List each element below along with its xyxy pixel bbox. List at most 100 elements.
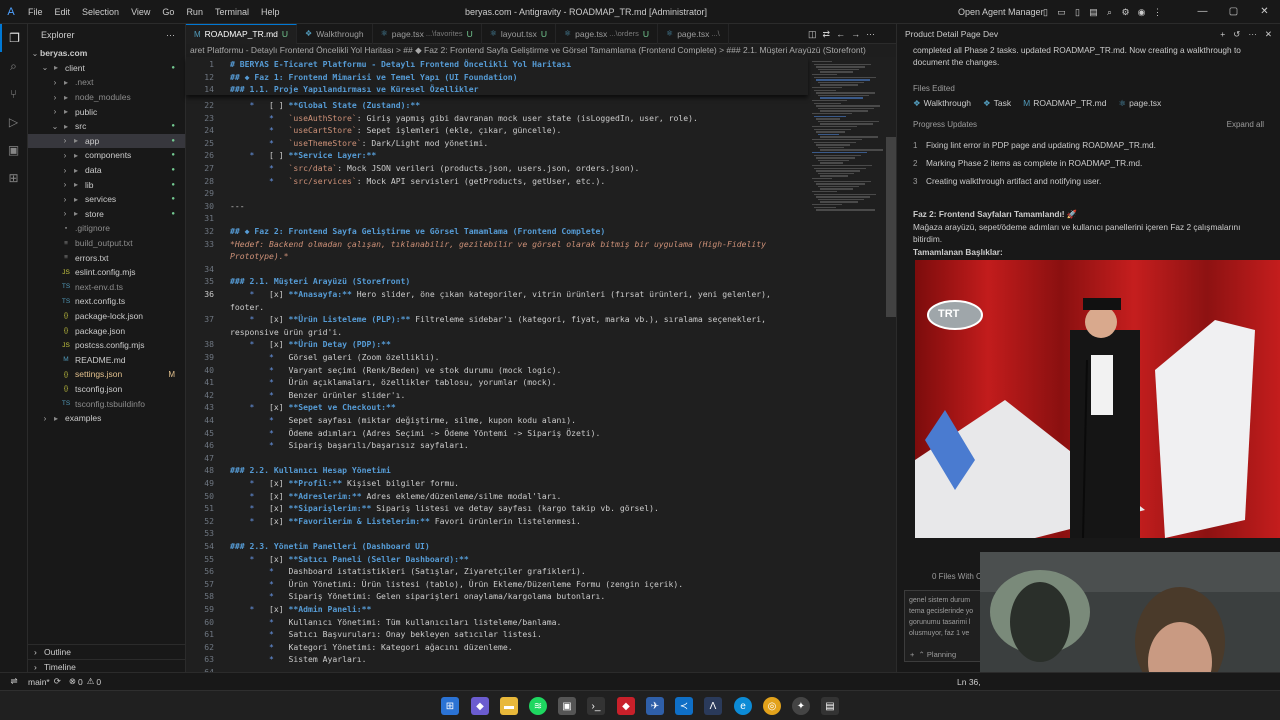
editor-tab[interactable]: ❖ Walkthrough bbox=[297, 23, 373, 44]
edited-file-chip[interactable]: ❖ Walkthrough bbox=[913, 98, 971, 109]
code-line[interactable]: 41 * Ürün açıklamaları, özellikler tablo… bbox=[186, 376, 808, 389]
files-with-changes[interactable]: 0 Files With C bbox=[932, 572, 982, 581]
source-control-icon[interactable]: ⑂ bbox=[0, 80, 27, 108]
more-actions-icon[interactable]: ··· bbox=[166, 30, 175, 40]
code-line[interactable]: 58 * Sipariş Yönetimi: Gelen siparişleri… bbox=[186, 590, 808, 603]
code-line[interactable]: 24 * `useCartStore`: Sepet işlemleri (ek… bbox=[186, 124, 808, 137]
open-agent-manager-button[interactable]: Open Agent Manager bbox=[958, 0, 1044, 24]
code-line[interactable]: 50 * [x] **Adreslerim:** Adres ekleme/dü… bbox=[186, 490, 808, 503]
code-line[interactable]: 34 bbox=[186, 263, 808, 276]
editor-tab[interactable]: ⚛ page.tsx ...\orders U bbox=[556, 23, 659, 44]
tree-item[interactable]: ▪ .gitignore bbox=[28, 221, 185, 236]
code-line[interactable]: 56 * Dashboard istatistikleri (Satışlar,… bbox=[186, 565, 808, 578]
code-line[interactable]: 36 * [x] **Anasayfa:** Hero slider, öne … bbox=[186, 288, 808, 301]
menu-item[interactable]: File bbox=[22, 0, 49, 24]
code-editor[interactable]: 22 * [ ] **Global State (Zustand):** 23 *… bbox=[186, 57, 808, 672]
app-icon-blue[interactable]: ✈ bbox=[646, 697, 664, 715]
edited-file-chip[interactable]: ❖ Task bbox=[983, 98, 1011, 109]
edited-file-chip[interactable]: ⚛ page.tsx bbox=[1118, 98, 1161, 109]
code-line[interactable]: 32 ## ◆ Faz 2: Frontend Sayfa Geliştirme … bbox=[186, 225, 808, 238]
code-line[interactable]: 35 ### 2.1. Müşteri Arayüzü (Storefront) bbox=[186, 275, 808, 288]
panel-bottom-icon[interactable]: ▭ bbox=[1056, 7, 1067, 18]
store-icon[interactable]: ▣ bbox=[558, 697, 576, 715]
tree-item[interactable]: TS next.config.ts bbox=[28, 294, 185, 309]
code-line[interactable]: 62 * Kategori Yönetimi: Kategori ağacını… bbox=[186, 641, 808, 654]
app-icon-gear[interactable]: ✦ bbox=[792, 697, 810, 715]
start-icon[interactable]: ⊞ bbox=[441, 697, 459, 715]
close-icon[interactable]: ✕ bbox=[1265, 29, 1272, 40]
code-line[interactable]: 63 * Sistem Ayarları. bbox=[186, 653, 808, 666]
menu-item[interactable]: View bbox=[125, 0, 156, 24]
arrow-right-icon[interactable]: → bbox=[851, 29, 860, 39]
scrollbar-thumb[interactable] bbox=[886, 137, 896, 317]
code-line[interactable]: 49 * [x] **Profil:** Kişisel bilgiler fo… bbox=[186, 477, 808, 490]
branch-label[interactable]: main* bbox=[28, 677, 50, 687]
layout-icon[interactable]: ▤ bbox=[1088, 7, 1099, 18]
sync-icon[interactable]: ⟳ bbox=[54, 676, 61, 687]
progress-step[interactable]: 1 Fixing lint error in PDP page and updat… bbox=[897, 136, 1280, 154]
tree-item[interactable]: › ▸ services ● bbox=[28, 192, 185, 207]
code-line[interactable]: 23 * `useAuthStore`: Giriş yapmış gibi d… bbox=[186, 112, 808, 125]
tree-item[interactable]: JS postcss.config.mjs bbox=[28, 338, 185, 353]
tree-item[interactable]: › ▸ node_modules bbox=[28, 90, 185, 105]
code-line[interactable]: Prototype).* bbox=[186, 250, 808, 263]
code-line[interactable]: 47 bbox=[186, 452, 808, 465]
menu-item[interactable]: Help bbox=[255, 0, 286, 24]
menu-item[interactable]: Edit bbox=[49, 0, 77, 24]
tree-item[interactable]: › ▸ store ● bbox=[28, 207, 185, 222]
code-line[interactable]: 60 * Kullanıcı Yönetimi: Tüm kullanıcıla… bbox=[186, 616, 808, 629]
add-icon[interactable]: + bbox=[1220, 29, 1225, 40]
code-line[interactable]: 61 * Satıcı Başvuruları: Onay bekleyen s… bbox=[186, 628, 808, 641]
warnings-icon[interactable]: ⚠ bbox=[87, 676, 95, 687]
progress-step[interactable]: 3 Creating walkthrough artifact and notif… bbox=[897, 172, 1280, 190]
code-line[interactable]: 57 * Ürün Yönetimi: Ürün listesi (tablo)… bbox=[186, 578, 808, 591]
code-line[interactable]: 28 * `src/services`: Mock API servisleri… bbox=[186, 175, 808, 188]
terminal-icon[interactable]: ›_ bbox=[587, 697, 605, 715]
code-line[interactable]: responsive ürün grid'i. bbox=[186, 326, 808, 339]
sticky-scroll-headers[interactable]: 1 # BERYAS E-Ticaret Platformu - Detaylı … bbox=[186, 57, 808, 95]
code-line[interactable]: 38 * [x] **Ürün Detay (PDP):** bbox=[186, 338, 808, 351]
tree-item[interactable]: ⌄ ▸ src ● bbox=[28, 119, 185, 134]
more-icon[interactable]: ··· bbox=[866, 29, 875, 39]
code-line[interactable]: 14 ### 1.1. Proje Yapılandırması ve Küres… bbox=[186, 83, 808, 96]
tree-item[interactable]: ⌄ ▸ client ● bbox=[28, 61, 185, 76]
code-line[interactable]: 45 * Ödeme adımları (Adres Seçimi -> Öde… bbox=[186, 427, 808, 440]
arrow-left-icon[interactable]: ← bbox=[836, 29, 845, 39]
panel-right-icon[interactable]: ▯ bbox=[1072, 7, 1083, 18]
maximize-button[interactable]: ▢ bbox=[1218, 0, 1249, 24]
warnings-count[interactable]: 0 bbox=[96, 677, 101, 687]
menu-item[interactable]: Go bbox=[156, 0, 180, 24]
code-line[interactable]: 43 * [x] **Sepet ve Checkout:** bbox=[186, 401, 808, 414]
editor-scrollbar[interactable] bbox=[886, 57, 896, 672]
gear-icon[interactable]: ⚙ bbox=[1120, 7, 1131, 18]
panel-left-icon[interactable]: ▯ bbox=[1040, 7, 1051, 18]
spotify-icon[interactable]: ≋ bbox=[529, 697, 547, 715]
menu-item[interactable]: Terminal bbox=[209, 0, 255, 24]
progress-step[interactable]: 2 Marking Phase 2 items as complete in RO… bbox=[897, 154, 1280, 172]
outline-section[interactable]: › Outline bbox=[28, 644, 186, 659]
tree-item[interactable]: › ▸ data ● bbox=[28, 163, 185, 178]
tree-item[interactable]: › ▸ .next bbox=[28, 75, 185, 90]
tree-item[interactable]: TS next-env.d.ts bbox=[28, 280, 185, 295]
code-line[interactable]: 39 * Görsel galeri (Zoom özellikli). bbox=[186, 351, 808, 364]
edited-file-chip[interactable]: M ROADMAP_TR.md bbox=[1023, 98, 1106, 108]
file-explorer-icon[interactable]: ▬ bbox=[500, 697, 518, 715]
code-line[interactable]: 54 ### 2.3. Yönetim Panelleri (Dashboard … bbox=[186, 540, 808, 553]
more-icon[interactable]: ⋮ bbox=[1152, 7, 1163, 18]
search-icon[interactable]: ⌕ bbox=[1104, 7, 1115, 18]
open-changes-icon[interactable]: ⇄ bbox=[823, 29, 831, 40]
code-line[interactable]: footer. bbox=[186, 301, 808, 314]
tree-item[interactable]: › ▸ components ● bbox=[28, 148, 185, 163]
antigravity-icon[interactable]: Λ bbox=[704, 697, 722, 715]
menu-item[interactable]: Run bbox=[180, 0, 209, 24]
more-icon[interactable]: ··· bbox=[1248, 29, 1257, 40]
code-line[interactable]: 26 * [ ] **Service Layer:** bbox=[186, 149, 808, 162]
remote-icon[interactable]: ⇌ bbox=[0, 676, 28, 687]
extensions-icon[interactable]: ⊞ bbox=[0, 164, 27, 192]
tree-item[interactable]: {} tsconfig.json bbox=[28, 382, 185, 397]
code-line[interactable]: 29 bbox=[186, 187, 808, 200]
tree-item[interactable]: {} package-lock.json bbox=[28, 309, 185, 324]
errors-count[interactable]: 0 bbox=[78, 677, 83, 687]
history-icon[interactable]: ↺ bbox=[1233, 29, 1240, 40]
editor-tab[interactable]: ⚛ page.tsx ...\ bbox=[658, 23, 729, 44]
